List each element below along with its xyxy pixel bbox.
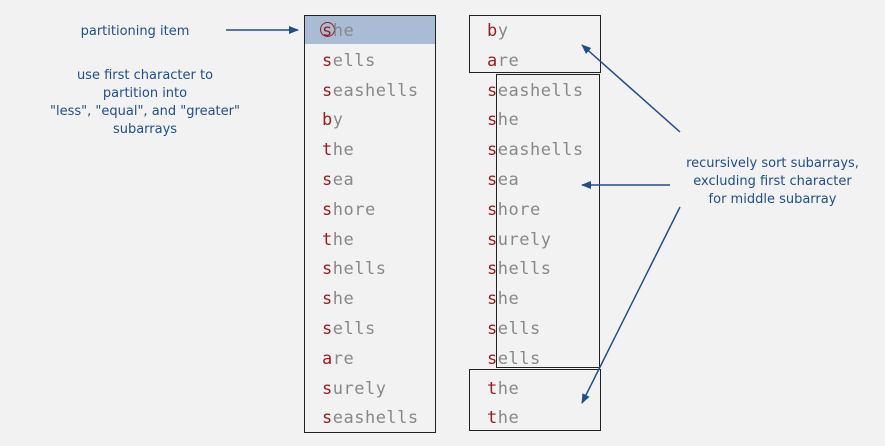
arrows xyxy=(226,26,681,404)
less-subarray-arrow xyxy=(581,44,681,133)
greater-subarray-arrow xyxy=(581,206,681,404)
